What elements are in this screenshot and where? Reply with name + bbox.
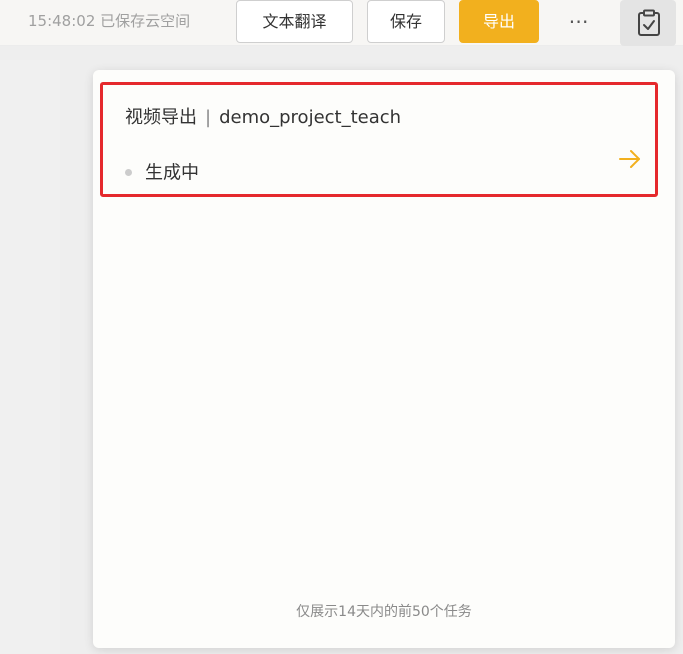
save-button[interactable]: 保存: [367, 0, 445, 43]
arrow-right-icon[interactable]: [618, 148, 642, 170]
task-list-footer-note: 仅展示14天内的前50个任务: [296, 604, 472, 620]
status-dot-icon: [125, 169, 132, 176]
more-horizontal-icon[interactable]: ⋯: [560, 8, 600, 34]
task-item-video-export[interactable]: 视频导出 | demo_project_teach 生成中: [100, 82, 658, 197]
task-status-text: 生成中: [145, 162, 199, 184]
save-status-text: 15:48:02 已保存云空间: [28, 12, 191, 30]
task-list-button[interactable]: [620, 0, 676, 46]
task-panel: 视频导出 | demo_project_teach 生成中 仅展示14天内的前50个…: [93, 70, 675, 648]
top-toolbar: 15:48:02 已保存云空间 文本翻译 保存 导出 ⋯: [0, 0, 683, 46]
export-button[interactable]: 导出: [459, 0, 539, 43]
task-status: 生成中: [125, 161, 199, 185]
clipboard-check-icon: [638, 9, 660, 36]
task-project-name: demo_project_teach: [219, 107, 402, 128]
task-title-separator: |: [205, 107, 212, 128]
translate-button[interactable]: 文本翻译: [236, 0, 353, 43]
editor-background: [0, 60, 60, 654]
task-title: 视频导出 | demo_project_teach: [125, 106, 401, 130]
task-type: 视频导出: [125, 107, 197, 128]
